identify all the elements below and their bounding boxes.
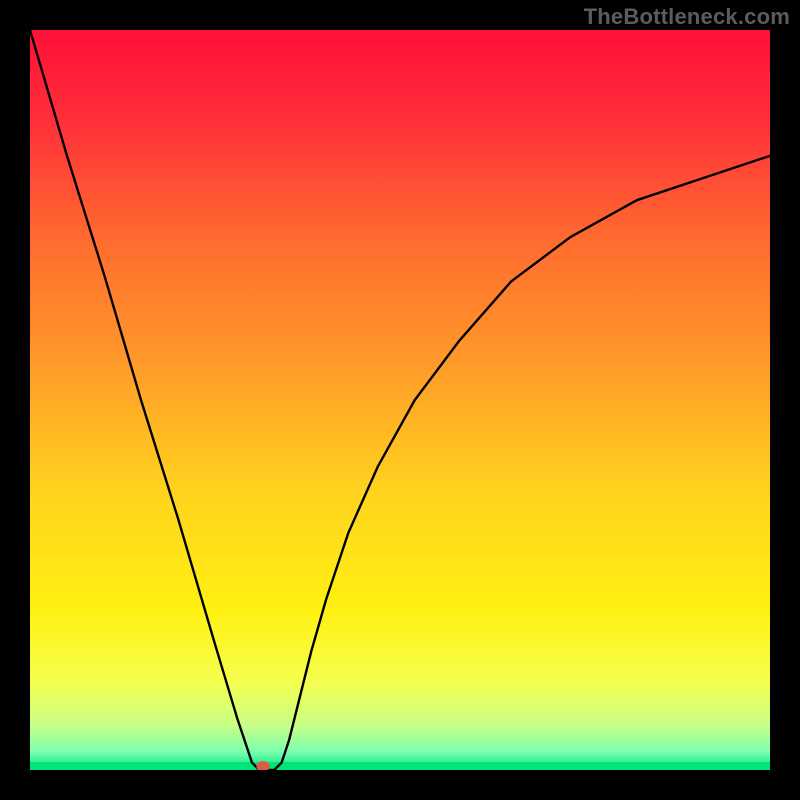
attribution-text: TheBottleneck.com <box>584 4 790 30</box>
chart-container: TheBottleneck.com <box>0 0 800 800</box>
optimal-point-marker <box>256 761 269 770</box>
curve-path <box>30 30 770 770</box>
plot-area <box>30 30 770 770</box>
bottleneck-curve <box>30 30 770 770</box>
